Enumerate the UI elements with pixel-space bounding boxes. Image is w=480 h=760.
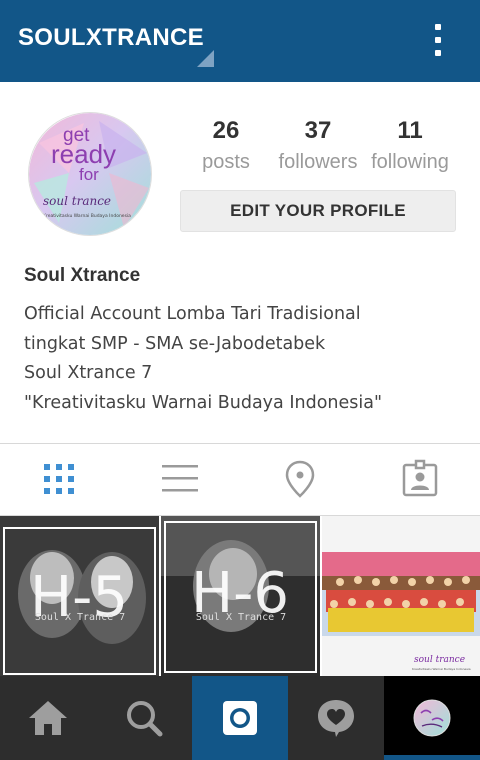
post-caption: Soul X Trance 7 xyxy=(35,612,125,623)
profile-stats: 26 posts 37 followers 11 following xyxy=(180,115,456,175)
account-username[interactable]: SOULXTRANCE xyxy=(18,24,204,52)
avatar-artwork: get ready for soul trance Kreativitasku … xyxy=(29,113,151,235)
followers-label: followers xyxy=(278,151,358,173)
avatar-brand: soul trance xyxy=(43,194,111,208)
profile-bio: Official Account Lomba Tari Tradisional … xyxy=(24,300,464,418)
profile-full-name: Soul Xtrance xyxy=(24,265,141,286)
posts-count: 26 xyxy=(212,117,240,144)
bio-line: Official Account Lomba Tari Tradisional xyxy=(24,304,361,324)
home-icon[interactable] xyxy=(0,676,96,760)
account-switch-indicator-icon[interactable] xyxy=(197,50,214,67)
following-count: 11 xyxy=(397,117,423,144)
edit-profile-button[interactable]: EDIT YOUR PROFILE xyxy=(180,190,456,232)
grid-icon[interactable] xyxy=(42,458,82,498)
camera-icon[interactable] xyxy=(192,676,288,760)
search-icon[interactable] xyxy=(96,676,192,760)
list-icon[interactable] xyxy=(160,458,200,498)
post-brand: soul trance xyxy=(414,655,465,665)
avatar-tagline: Kreativitasku Warnai Budaya Indonesia xyxy=(43,213,131,219)
grid-post[interactable]: H-5 Soul X Trance 7 xyxy=(0,516,159,676)
bottom-navigation xyxy=(0,676,480,760)
photo-grid: H-5 Soul X Trance 7 H-6 Soul X Trance 7 xyxy=(0,516,480,676)
posts-label: posts xyxy=(202,151,250,173)
avatar-text-for: for xyxy=(79,165,99,184)
grid-post[interactable]: H-6 Soul X Trance 7 xyxy=(161,516,320,676)
profile-avatar[interactable]: get ready for soul trance Kreativitasku … xyxy=(28,112,152,236)
top-bar: SOULXTRANCE xyxy=(0,0,480,82)
bio-line: "Kreativitasku Warnai Budaya Indonesia" xyxy=(24,392,383,413)
followers-stat[interactable]: 37 followers xyxy=(272,115,364,177)
activity-heart-icon[interactable] xyxy=(288,676,384,760)
profile-view-tabs xyxy=(0,444,480,516)
following-stat[interactable]: 11 following xyxy=(364,115,456,177)
tagged-photos-icon[interactable] xyxy=(400,458,440,498)
followers-count: 37 xyxy=(304,117,332,144)
post-tagline: Kreativitasku Warnai Budaya Indonesia xyxy=(412,667,471,671)
posts-stat[interactable]: 26 posts xyxy=(180,115,272,177)
profile-avatar-icon[interactable] xyxy=(384,676,480,760)
bio-line: Soul Xtrance 7 xyxy=(24,363,153,383)
bio-line: tingkat SMP - SMA se-Jabodetabek xyxy=(24,333,326,354)
following-label: following xyxy=(371,151,449,173)
post-caption: Soul X Trance 7 xyxy=(196,612,286,623)
grid-post[interactable]: soul trance Kreativitasku Warnai Budaya … xyxy=(322,516,480,676)
overflow-menu-icon[interactable] xyxy=(424,22,452,58)
location-pin-icon[interactable] xyxy=(280,458,320,498)
